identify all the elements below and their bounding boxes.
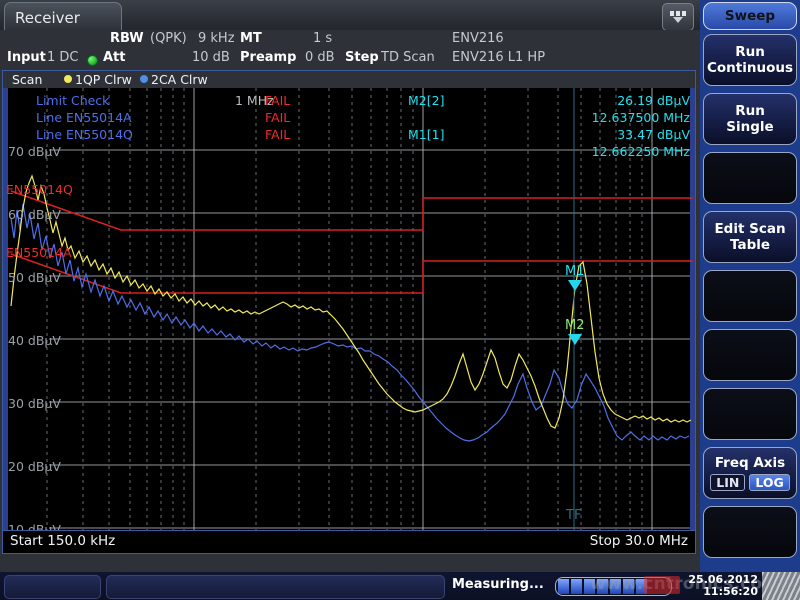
- tab-receiver[interactable]: Receiver: [4, 2, 122, 32]
- watermark-badge-icon: [644, 576, 680, 594]
- marker-m1-name[interactable]: M1[1]: [408, 127, 444, 142]
- transducer-1: ENV216: [452, 31, 504, 46]
- softkey-edit-scan-table-line1: Edit Scan: [714, 221, 785, 237]
- softkey-empty-7[interactable]: [703, 388, 797, 440]
- rbw-value[interactable]: 9 kHz: [198, 31, 235, 46]
- softkey-freq-axis[interactable]: Freq Axis LIN LOG: [703, 447, 797, 499]
- marker-m2-plot-label: M2: [565, 318, 585, 333]
- ytick-20: 20 dBµV: [8, 459, 61, 474]
- marker-m1-plot-label: M1: [565, 264, 585, 279]
- stop-frequency-label[interactable]: Stop 30.0 MHz: [590, 533, 688, 549]
- plot-right-edge-band: [690, 88, 695, 531]
- limit-tag-en55014a: EN55014A: [6, 245, 72, 260]
- frequency-axis-footer: Start 150.0 kHz Stop 30.0 MHz: [3, 530, 695, 553]
- transducer-2: ENV216 L1 HP: [452, 50, 545, 65]
- ytick-30: 30 dBµV: [8, 396, 61, 411]
- input-label: Input: [7, 50, 46, 65]
- mt-value[interactable]: 1 s: [313, 31, 332, 46]
- trace1-label[interactable]: 1QP Clrw: [75, 72, 132, 87]
- freq-axis-segmented-control: LIN LOG: [710, 474, 789, 491]
- softkey-empty-6[interactable]: [703, 329, 797, 381]
- limit-line-a-result: FAIL: [265, 110, 290, 125]
- rbw-label: RBW: [110, 31, 144, 46]
- softkey-menu-title: Sweep: [703, 2, 797, 30]
- softkey-empty-9[interactable]: [703, 506, 797, 558]
- softkey-run-continuous-line1: Run: [735, 44, 765, 60]
- softkey-run-single-line2: Single: [726, 119, 773, 135]
- marker-m1-level: 33.47 dBµV: [617, 127, 690, 142]
- mt-label: MT: [240, 31, 262, 46]
- settings-row-2: Input 1 DC Att 10 dB Preamp 0 dB Step TD…: [0, 50, 700, 69]
- ytick-40: 40 dBµV: [8, 333, 61, 348]
- ytick-50: 50 dBµV: [8, 270, 61, 285]
- receiver-application-window: Receiver RBW (QPK) 9 kHz MT 1 s ENV216 I…: [0, 0, 800, 600]
- menu-dots-glyph: [670, 11, 686, 16]
- step-label: Step: [345, 50, 379, 65]
- menu-dots-icon[interactable]: [662, 3, 694, 31]
- resize-grip-icon[interactable]: [762, 572, 800, 600]
- rbw-detector: (QPK): [150, 31, 187, 46]
- limit-check-result: FAIL: [265, 93, 290, 108]
- marker-m2-name[interactable]: M2[2]: [408, 93, 444, 108]
- chevron-down-icon: [673, 17, 683, 23]
- input-value[interactable]: 1 DC: [47, 50, 79, 65]
- step-value[interactable]: TD Scan: [381, 50, 435, 65]
- softkey-run-continuous[interactable]: Run Continuous: [703, 34, 797, 86]
- limit-check-label: Limit Check: [36, 93, 109, 108]
- measurement-panel: Scan 1QP Clrw 2CA Clrw: [2, 70, 696, 554]
- softkey-run-single-line1: Run: [735, 103, 765, 119]
- status-text: Measuring...: [452, 577, 544, 592]
- softkey-freq-axis-label: Freq Axis: [715, 455, 785, 471]
- title-bar: Receiver: [0, 0, 700, 30]
- clock-time: 11:56:20: [688, 586, 758, 598]
- measurement-settings-header: RBW (QPK) 9 kHz MT 1 s ENV216 Input 1 DC…: [0, 30, 700, 70]
- scan-label: Scan: [12, 72, 42, 87]
- ytick-60: 60 dBµV: [8, 207, 61, 222]
- att-value[interactable]: 10 dB: [192, 50, 230, 65]
- ytick-70: 70 dBµV: [8, 144, 61, 159]
- att-label: Att: [103, 50, 126, 65]
- marker-m2-freq: 12.637500 MHz: [592, 110, 690, 125]
- softkey-empty-5[interactable]: [703, 270, 797, 322]
- softkey-run-single[interactable]: Run Single: [703, 93, 797, 145]
- softkey-edit-scan-table-line2: Table: [730, 237, 770, 253]
- tab-receiver-label: Receiver: [15, 9, 80, 27]
- taskbar-button-1[interactable]: [4, 575, 101, 599]
- marker-m2-level: 26.19 dBµV: [617, 93, 690, 108]
- taskbar-button-2[interactable]: [106, 575, 445, 599]
- trace1-color-dot-icon: [64, 75, 72, 83]
- softkey-panel: Sweep Run Continuous Run Single Edit Sca…: [700, 0, 800, 572]
- settings-row-1: RBW (QPK) 9 kHz MT 1 s ENV216: [0, 31, 700, 50]
- tf-annotation-label: TF: [566, 508, 581, 523]
- softkey-edit-scan-table[interactable]: Edit Scan Table: [703, 211, 797, 263]
- preamp-label: Preamp: [240, 50, 296, 65]
- trace2-label[interactable]: 2CA Clrw: [151, 72, 208, 87]
- trace-legend-bar: Scan 1QP Clrw 2CA Clrw: [3, 71, 695, 88]
- preamp-value[interactable]: 0 dB: [305, 50, 335, 65]
- softkey-menu-title-label: Sweep: [725, 8, 775, 24]
- start-frequency-label[interactable]: Start 150.0 kHz: [10, 533, 115, 549]
- softkey-run-continuous-line2: Continuous: [707, 60, 793, 76]
- freq-axis-log-option[interactable]: LOG: [749, 474, 789, 491]
- taskbar: Measuring... www.cntronics.com 25.06.201…: [0, 572, 800, 600]
- spectrum-plot[interactable]: Limit Check 1 MHz FAIL Line EN55014A FAI…: [3, 88, 695, 531]
- trace2-color-dot-icon: [140, 75, 148, 83]
- freq-axis-lin-option[interactable]: LIN: [710, 474, 745, 491]
- input-status-led-icon: [87, 55, 98, 66]
- limit-line-q-label: Line EN55014Q: [36, 127, 133, 142]
- limit-line-q-result: FAIL: [265, 127, 290, 142]
- limit-tag-en55014q: EN55014Q: [6, 182, 73, 197]
- clock: 25.06.2012 11:56:20: [688, 574, 758, 598]
- softkey-empty-3[interactable]: [703, 152, 797, 204]
- marker-m1-freq: 12.662250 MHz: [592, 144, 690, 159]
- limit-line-a-label: Line EN55014A: [36, 110, 132, 125]
